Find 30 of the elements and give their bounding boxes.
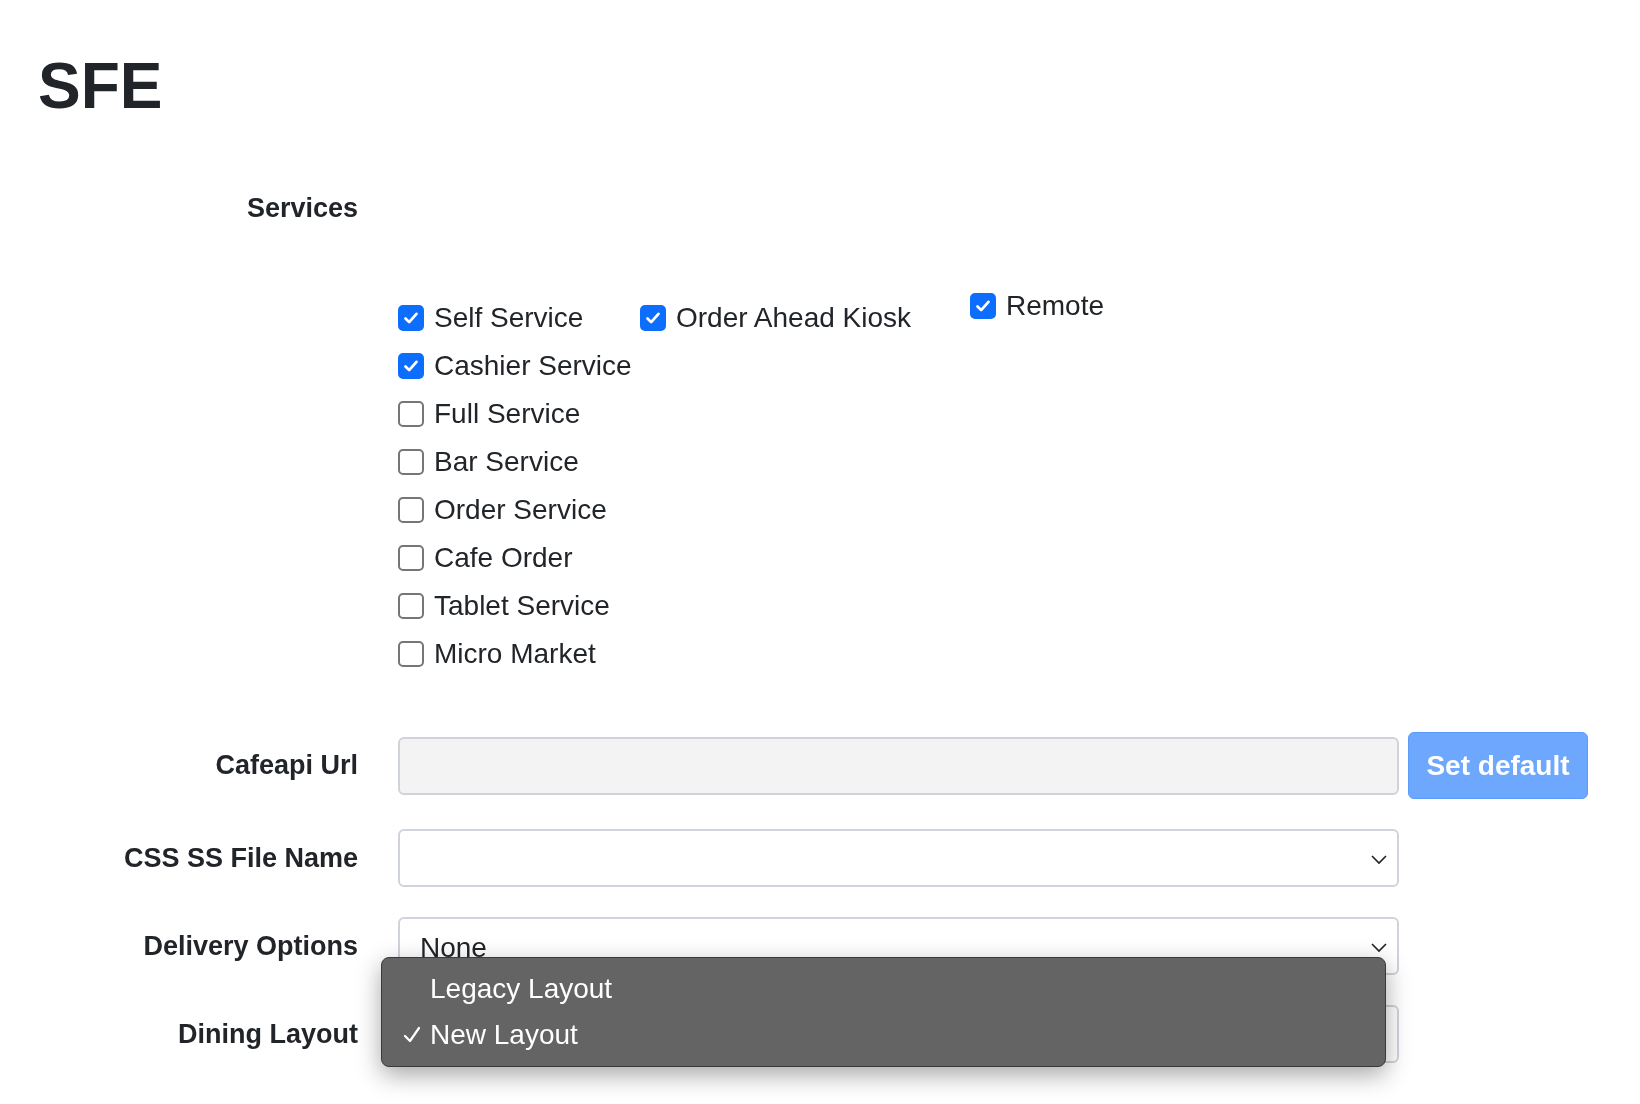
field-label: Services: [245, 192, 358, 224]
checkbox[interactable]: [970, 293, 996, 319]
checkbox[interactable]: [398, 401, 424, 427]
checkbox[interactable]: [398, 449, 424, 475]
chevron-down-icon: [1371, 943, 1387, 953]
checkbox-option[interactable]: Bar Service: [398, 446, 640, 478]
menu-option[interactable]: New Layout: [382, 1012, 1385, 1058]
checkbox-option[interactable]: Tablet Service: [398, 590, 640, 622]
checkbox-option[interactable]: Cashier Service: [398, 350, 640, 382]
checkbox-option[interactable]: Cafe Order: [398, 542, 640, 574]
checkbox[interactable]: [398, 353, 424, 379]
checkbox[interactable]: [398, 641, 424, 667]
checkbox[interactable]: [640, 305, 666, 331]
field-label: Cafeapi Url: [214, 750, 358, 781]
field-label: Dining Layout: [177, 1018, 358, 1050]
select-field[interactable]: [398, 829, 1399, 887]
checkbox[interactable]: [398, 305, 424, 331]
field-label: CSS SS File Name: [122, 842, 358, 874]
checkbox-option[interactable]: Micro Market: [398, 638, 640, 670]
field-label: Delivery Options: [142, 930, 358, 962]
checkbox[interactable]: [398, 593, 424, 619]
checkbox[interactable]: [398, 545, 424, 571]
checkbox-option[interactable]: Order Ahead Kiosk: [640, 302, 970, 334]
chevron-down-icon: [1371, 855, 1387, 865]
checkbox-option[interactable]: Order Service: [398, 494, 640, 526]
checkbox-option[interactable]: Remote: [970, 290, 1105, 322]
checkbox-option[interactable]: Full Service: [398, 398, 640, 430]
checkbox[interactable]: [398, 497, 424, 523]
page-title: SFE: [38, 49, 164, 124]
checkbox-option[interactable]: Self Service: [398, 302, 640, 334]
